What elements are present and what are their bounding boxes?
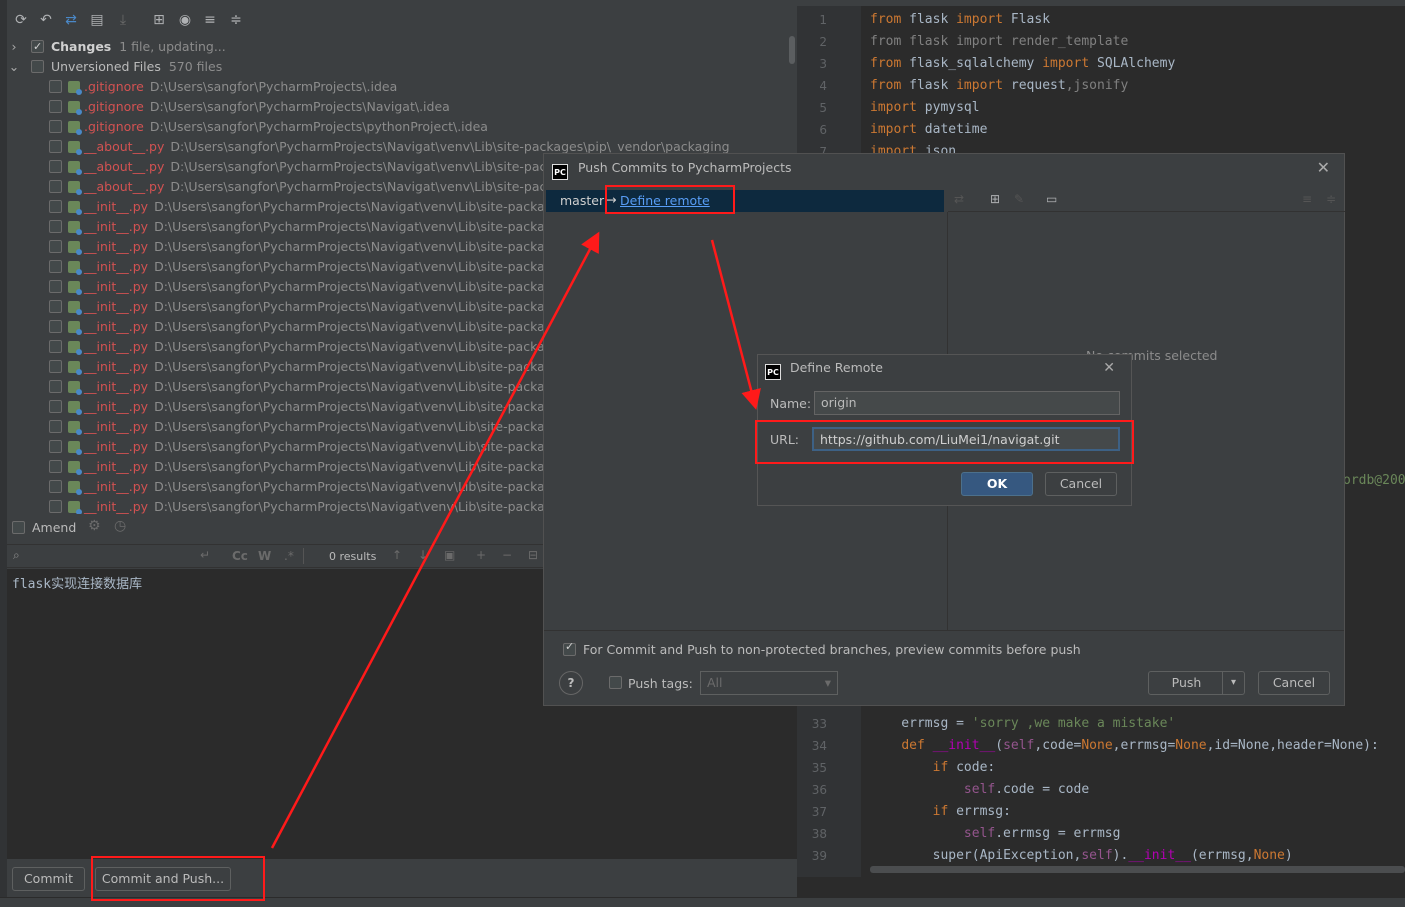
annotation-arrows: [270, 231, 761, 849]
annotation-arrow-down: [710, 239, 761, 410]
annotation-arrow-up: [270, 231, 600, 849]
